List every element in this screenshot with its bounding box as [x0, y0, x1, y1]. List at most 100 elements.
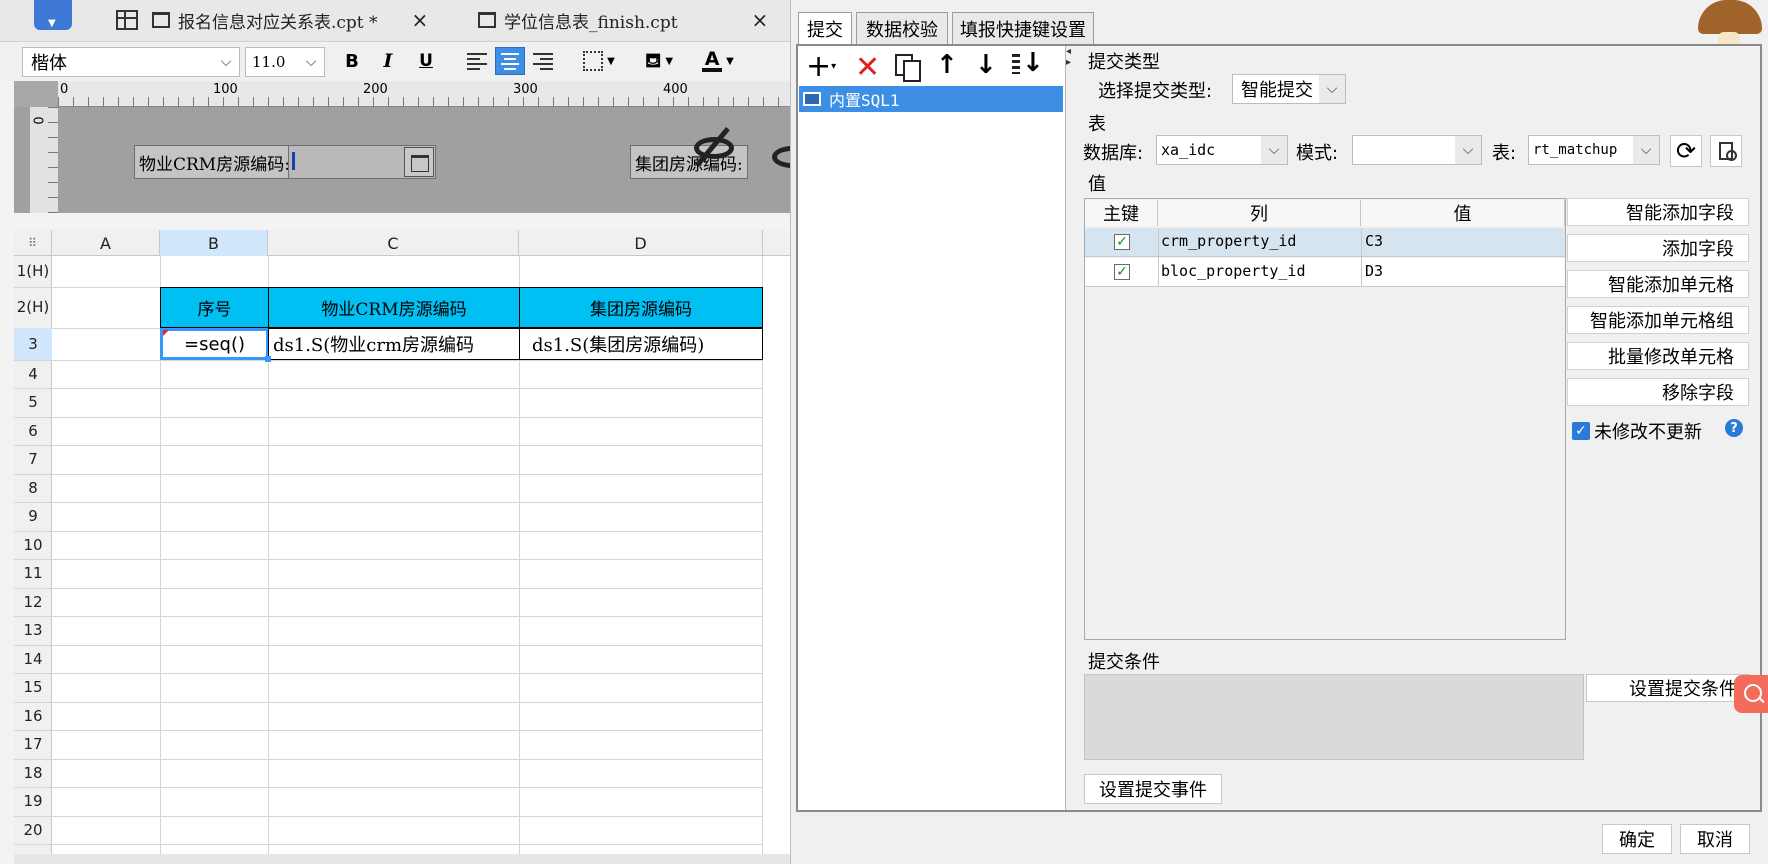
checkbox-primary-key[interactable]: ✓: [1114, 264, 1130, 280]
preview-table-button[interactable]: [1710, 135, 1742, 167]
border-button[interactable]: ▼: [578, 47, 620, 75]
row-header[interactable]: 11: [14, 559, 52, 588]
smart-add-cell-group-button[interactable]: 智能添加单元格组: [1567, 306, 1749, 334]
move-bottom-icon[interactable]: ↓: [1012, 48, 1044, 80]
row-header[interactable]: 9: [14, 502, 52, 531]
row-header[interactable]: 5: [14, 388, 52, 417]
border-icon: [583, 51, 604, 71]
smart-add-cell-button[interactable]: 智能添加单元格: [1567, 270, 1749, 298]
calendar-icon[interactable]: [404, 147, 434, 177]
row-header[interactable]: 10: [14, 531, 52, 559]
row-column-name: bloc_property_id: [1161, 262, 1306, 280]
help-icon[interactable]: ?: [1725, 419, 1743, 437]
column-header-column[interactable]: 列: [1158, 200, 1361, 226]
cell-d2[interactable]: 集团房源编码: [519, 287, 763, 328]
arrow-up-icon[interactable]: ↑: [936, 50, 958, 80]
cancel-button[interactable]: 取消: [1680, 824, 1750, 854]
column-header-b[interactable]: B: [160, 230, 268, 256]
italic-button[interactable]: I: [376, 47, 400, 75]
smart-add-field-button[interactable]: 智能添加字段: [1567, 198, 1749, 226]
tab-submit[interactable]: 提交: [798, 12, 852, 44]
condition-area[interactable]: [1084, 674, 1584, 760]
batch-edit-cells-button[interactable]: 批量修改单元格: [1567, 342, 1749, 370]
add-icon[interactable]: + ▾: [806, 49, 840, 84]
row-header[interactable]: 7: [14, 445, 52, 474]
tab-shortcut-settings[interactable]: 填报快捷键设置: [952, 12, 1094, 44]
no-update-option[interactable]: ✓ 未修改不更新: [1572, 418, 1702, 444]
table-select[interactable]: rt_matchup ⌵: [1528, 135, 1660, 165]
schema-select[interactable]: ⌵: [1352, 135, 1482, 165]
row-header[interactable]: 16: [14, 702, 52, 730]
refresh-button[interactable]: ⟳: [1670, 135, 1702, 167]
row-header[interactable]: 19: [14, 787, 52, 816]
tab-document-2[interactable]: 学位信息表_finish.cpt ×: [478, 0, 768, 40]
column-header-value[interactable]: 值: [1361, 200, 1565, 226]
checkbox-primary-key[interactable]: ✓: [1114, 234, 1130, 250]
fill-color-button[interactable]: ⛾ ▼: [638, 47, 680, 75]
tab-data-validation[interactable]: 数据校验: [856, 12, 948, 44]
row-header[interactable]: 13: [14, 616, 52, 645]
column-header-d[interactable]: D: [519, 230, 763, 256]
hide-icon[interactable]: [690, 125, 742, 167]
font-color-button[interactable]: A ▼: [696, 47, 740, 75]
table-row[interactable]: ✓ crm_property_id C3: [1085, 228, 1565, 257]
ok-button[interactable]: 确定: [1602, 824, 1672, 854]
app-menu-button[interactable]: ▼: [34, 0, 72, 30]
close-icon[interactable]: ×: [412, 8, 429, 32]
database-select[interactable]: xa_idc ⌵: [1156, 135, 1288, 165]
set-condition-button[interactable]: 设置提交条件: [1586, 674, 1750, 702]
cell-d3[interactable]: ds1.S(集团房源编码): [519, 328, 763, 360]
remove-field-button[interactable]: 移除字段: [1567, 378, 1749, 406]
row-header[interactable]: 3: [14, 328, 52, 360]
select-all-corner[interactable]: ⠿: [14, 230, 52, 256]
fill-handle[interactable]: [265, 356, 271, 362]
close-icon[interactable]: ×: [752, 8, 769, 32]
row-header[interactable]: 14: [14, 645, 52, 673]
row-header[interactable]: 2(H): [14, 287, 52, 328]
row-header[interactable]: 18: [14, 759, 52, 787]
hide-icon[interactable]: [768, 140, 790, 174]
align-left-button[interactable]: [464, 47, 490, 75]
cell-c3[interactable]: ds1.S(物业crm房源编码: [268, 328, 520, 360]
align-right-button[interactable]: [530, 47, 556, 75]
font-size-select[interactable]: 11.0 ⌵: [245, 47, 325, 77]
chevron-down-icon: ▼: [665, 55, 674, 67]
row-header[interactable]: 6: [14, 417, 52, 445]
bottom-scrollbar[interactable]: [14, 854, 790, 864]
row-header[interactable]: 17: [14, 730, 52, 759]
submit-type-select[interactable]: 智能提交 ⌵: [1232, 74, 1346, 104]
list-item-sql[interactable]: 内置SQL1: [799, 86, 1063, 112]
row-header[interactable]: 12: [14, 588, 52, 616]
add-field-button[interactable]: 添加字段: [1567, 234, 1749, 262]
table-row[interactable]: ✓ bloc_property_id D3: [1085, 258, 1565, 287]
font-family-select[interactable]: 楷体 ⌵: [22, 47, 240, 77]
row-header[interactable]: 15: [14, 673, 52, 702]
schema-label: 模式:: [1296, 143, 1339, 164]
cell-c2[interactable]: 物业CRM房源编码: [268, 287, 520, 328]
tab-document-1[interactable]: 报名信息对应关系表.cpt * ×: [152, 0, 428, 40]
column-header-key[interactable]: 主键: [1085, 200, 1158, 226]
arrow-down-icon[interactable]: ↓: [975, 50, 997, 80]
column-header-c[interactable]: C: [268, 230, 519, 256]
checkbox-no-update[interactable]: ✓: [1572, 422, 1590, 440]
database-value: xa_idc: [1161, 141, 1216, 159]
copy-icon[interactable]: [895, 54, 923, 82]
row-header[interactable]: 20: [14, 816, 52, 844]
row-value: D3: [1365, 262, 1384, 280]
delete-icon[interactable]: ✕: [855, 50, 885, 85]
cell-b2[interactable]: 序号: [160, 287, 269, 328]
column-header-a[interactable]: A: [52, 230, 160, 256]
cell-b3[interactable]: =seq(): [160, 328, 269, 360]
document-icon: [152, 12, 170, 28]
row-header[interactable]: 1(H): [14, 256, 52, 287]
row-header[interactable]: 8: [14, 474, 52, 502]
underline-button[interactable]: U: [414, 47, 438, 75]
collapse-handle[interactable]: ◂ ▸: [1066, 46, 1076, 78]
bold-button[interactable]: B: [340, 47, 364, 75]
vertical-ruler: 0: [30, 107, 58, 213]
grid-icon[interactable]: [116, 10, 138, 30]
row-header[interactable]: 4: [14, 360, 52, 388]
set-submit-event-button[interactable]: 设置提交事件: [1084, 774, 1222, 804]
align-center-button[interactable]: [495, 47, 525, 75]
search-icon[interactable]: [1734, 675, 1768, 713]
